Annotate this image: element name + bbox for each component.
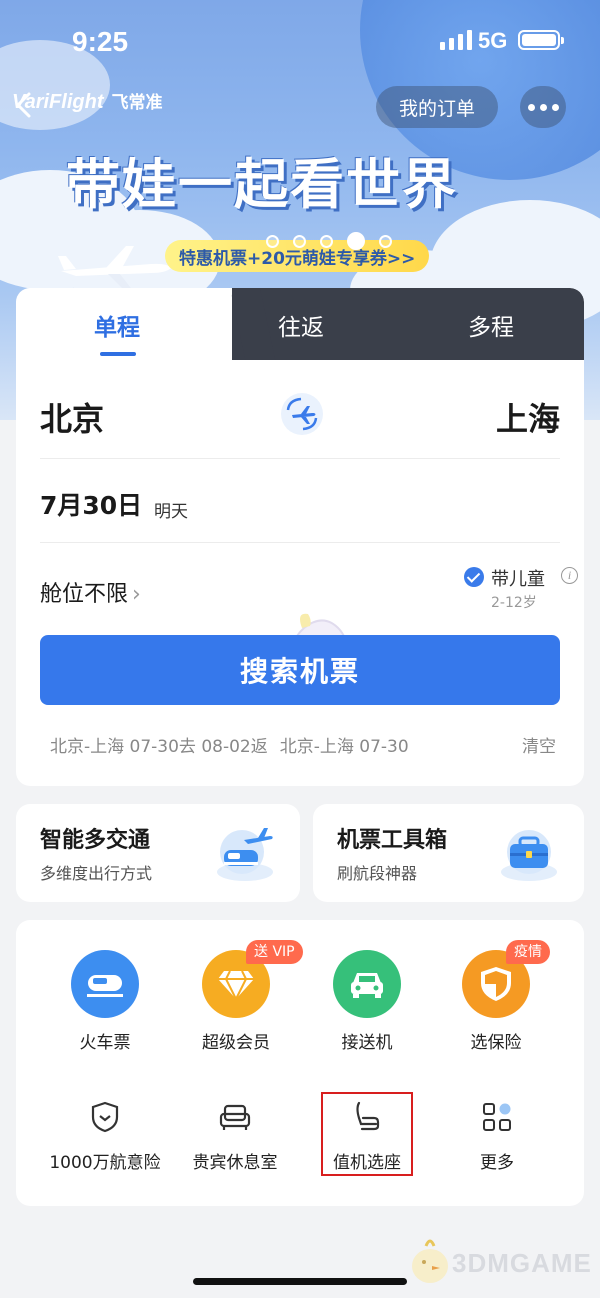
service-insurance[interactable]: 疫情 选保险 xyxy=(431,940,561,1053)
toolbox-icon xyxy=(501,830,557,881)
card-title: 机票工具箱 xyxy=(337,828,448,853)
service-label: 选保险 xyxy=(470,1033,522,1053)
service-label: 1000万航意险 xyxy=(49,1153,161,1173)
signal-icon xyxy=(440,28,472,50)
divider xyxy=(40,458,560,459)
history-item[interactable]: 北京-上海 07-30去 08-02返 xyxy=(50,732,268,757)
flight-toolbox-card[interactable]: 机票工具箱 刷航段神器 xyxy=(313,804,584,902)
shield-heart-icon xyxy=(91,1101,119,1133)
vip-badge: 送 VIP xyxy=(246,940,303,964)
watermark-text: 3DMGAME xyxy=(452,1248,592,1278)
search-history: 北京-上海 07-30去 08-02返 北京-上海 07-30 xyxy=(50,732,409,757)
history-item[interactable]: 北京-上海 07-30 xyxy=(280,732,409,757)
status-bar: 9:25 5G xyxy=(0,0,600,80)
service-label: 贵宾休息室 xyxy=(192,1153,278,1173)
service-label: 接送机 xyxy=(341,1033,393,1053)
carousel-dot[interactable] xyxy=(266,234,279,248)
service-flight-accident-insurance[interactable]: 1000万航意险 xyxy=(30,1100,180,1173)
active-tab-underline xyxy=(100,352,136,356)
highlight-annotation xyxy=(321,1092,413,1176)
service-airport-transfer[interactable]: 接送机 xyxy=(302,950,432,1053)
service-label: 火车票 xyxy=(79,1033,131,1053)
diamond-icon: 送 VIP xyxy=(202,940,303,1018)
service-vip-lounge[interactable]: 贵宾休息室 xyxy=(160,1100,310,1173)
shield-icon: 疫情 xyxy=(462,940,550,1018)
my-orders-button[interactable]: 我的订单 xyxy=(376,86,498,128)
card-subtitle: 多维度出行方式 xyxy=(40,864,153,883)
child-age-range: 2-12岁 xyxy=(491,595,537,611)
services-grid: 火车票 送 VIP 超级会员 接送机 疫情 选保险 1000万航意险 贵宾休息室… xyxy=(16,920,584,1206)
swap-cities-icon[interactable] xyxy=(279,391,325,437)
flight-search-card: 单程 往返 多程 北京 上海 7月30日 明天 舱位不限 › 带儿童 i 2-12… xyxy=(16,288,584,786)
tab-multi-city[interactable]: 多程 xyxy=(468,308,514,342)
tab-round-trip[interactable]: 往返 xyxy=(278,308,324,342)
chevron-right-icon: › xyxy=(132,582,141,607)
trip-type-tabs: 单程 往返 多程 xyxy=(16,288,584,360)
carousel-indicator xyxy=(266,232,392,250)
clear-history-button[interactable]: 清空 xyxy=(522,732,556,757)
watermark-mascot-icon xyxy=(412,1239,448,1283)
carousel-dot[interactable] xyxy=(320,234,333,248)
departure-city[interactable]: 北京 xyxy=(40,394,104,440)
card-title: 智能多交通 xyxy=(40,828,151,853)
multi-transport-card[interactable]: 智能多交通 多维度出行方式 xyxy=(16,804,300,902)
home-indicator[interactable] xyxy=(193,1278,407,1285)
departure-date[interactable]: 7月30日 xyxy=(40,486,142,522)
grid-icon xyxy=(483,1103,511,1131)
battery-icon xyxy=(518,30,564,50)
service-label: 超级会员 xyxy=(202,1033,270,1053)
service-label: 更多 xyxy=(480,1153,514,1173)
search-flights-button[interactable]: 搜索机票 xyxy=(40,635,560,705)
carousel-dot[interactable] xyxy=(293,234,306,248)
divider xyxy=(40,542,560,543)
app-logo: VariFlight 飞常准 xyxy=(12,91,163,113)
car-icon xyxy=(333,950,401,1018)
child-checkbox-icon[interactable] xyxy=(464,567,484,587)
info-icon[interactable]: i xyxy=(561,567,578,584)
service-super-member[interactable]: 送 VIP 超级会员 xyxy=(171,940,303,1053)
card-subtitle: 刷航段神器 xyxy=(337,864,418,883)
epidemic-badge: 疫情 xyxy=(506,940,550,964)
date-relative-label: 明天 xyxy=(154,502,188,522)
service-more[interactable]: 更多 xyxy=(422,1100,572,1173)
carousel-dot[interactable] xyxy=(379,234,392,248)
child-option-label[interactable]: 带儿童 xyxy=(491,565,545,591)
arrival-city[interactable]: 上海 xyxy=(496,394,560,440)
sofa-icon xyxy=(219,1104,251,1130)
service-train-ticket[interactable]: 火车票 xyxy=(40,950,170,1053)
cabin-class-selector[interactable]: 舱位不限 › xyxy=(40,576,141,608)
more-options-icon[interactable] xyxy=(520,86,566,128)
train-icon xyxy=(71,950,139,1018)
banner-headline: 带娃一起看世界 xyxy=(66,153,458,216)
tab-one-way[interactable]: 单程 xyxy=(94,308,140,342)
clock: 9:25 xyxy=(72,26,129,57)
carousel-dot-active[interactable] xyxy=(347,232,365,250)
network-type: 5G xyxy=(478,28,508,53)
train-plane-icon xyxy=(217,828,273,881)
airplane-illustration xyxy=(58,246,171,292)
